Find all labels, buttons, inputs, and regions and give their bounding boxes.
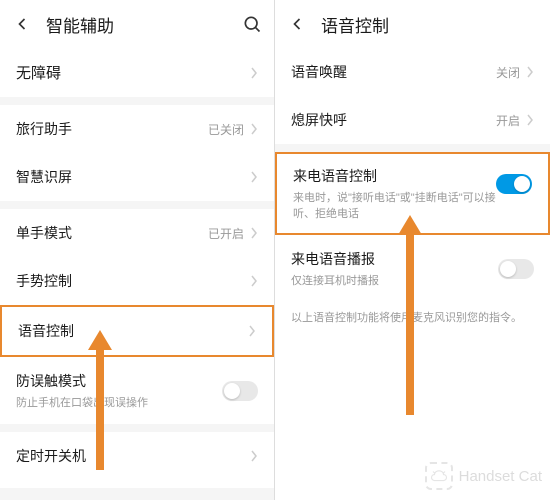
row-one-hand[interactable]: 单手模式 已开启 bbox=[0, 209, 274, 257]
back-icon[interactable] bbox=[287, 14, 307, 34]
row-mistouch-prevention[interactable]: 防误触模式 防止手机在口袋出现误操作 bbox=[0, 357, 274, 424]
row-screen-off-call[interactable]: 熄屏快呼 开启 bbox=[275, 96, 550, 144]
header: 语音控制 bbox=[275, 0, 550, 48]
row-incoming-call-voice-control[interactable]: 来电语音控制 来电时，说"接听电话"或"挂断电话"可以接听、拒绝电话 bbox=[275, 152, 550, 235]
item-label: 手势控制 bbox=[16, 271, 250, 291]
bottom-suggestions: 是否在寻找其他设置项？ 系统导航方式 bbox=[0, 488, 274, 500]
page-title: 语音控制 bbox=[321, 12, 538, 37]
item-label: 智慧识屏 bbox=[16, 167, 250, 187]
chevron-icon bbox=[250, 227, 258, 239]
header: 智能辅助 bbox=[0, 0, 274, 48]
row-travel-assist[interactable]: 旅行助手 已关闭 bbox=[0, 105, 274, 153]
chevron-icon bbox=[248, 325, 256, 337]
page-title: 智能辅助 bbox=[46, 12, 242, 37]
row-incoming-call-announce[interactable]: 来电语音播报 仅连接耳机时播报 bbox=[275, 235, 550, 302]
row-scheduled-power[interactable]: 定时开关机 bbox=[0, 432, 274, 480]
toggle-call-voice-control[interactable] bbox=[496, 174, 532, 194]
toggle-call-announce[interactable] bbox=[498, 259, 534, 279]
item-status: 已开启 bbox=[208, 225, 244, 242]
item-label: 来电语音播报 bbox=[291, 249, 498, 269]
back-icon[interactable] bbox=[12, 14, 32, 34]
item-subtitle: 防止手机在口袋出现误操作 bbox=[16, 394, 222, 410]
row-voice-control[interactable]: 语音控制 bbox=[0, 305, 274, 357]
settings-screen-voice-control: 语音控制 语音唤醒 关闭 熄屏快呼 开启 来电语音控制 来电时，说"接听电话"或… bbox=[275, 0, 550, 500]
watermark-text: Handset Cat bbox=[459, 468, 542, 485]
item-label: 来电语音控制 bbox=[293, 166, 496, 186]
item-label: 熄屏快呼 bbox=[291, 110, 496, 130]
item-label: 防误触模式 bbox=[16, 371, 222, 391]
chevron-icon bbox=[250, 450, 258, 462]
item-label: 无障碍 bbox=[16, 62, 250, 83]
search-icon[interactable] bbox=[242, 14, 262, 34]
chevron-icon bbox=[250, 275, 258, 287]
item-subtitle: 仅连接耳机时播报 bbox=[291, 272, 498, 288]
item-status: 关闭 bbox=[496, 64, 520, 81]
settings-screen-smart-assist: 智能辅助 无障碍 旅行助手 已关闭 智慧识屏 单手模式 已开启 手势控制 bbox=[0, 0, 275, 500]
row-smart-screen[interactable]: 智慧识屏 bbox=[0, 153, 274, 201]
watermark-cat-icon bbox=[425, 462, 453, 490]
item-subtitle: 来电时，说"接听电话"或"挂断电话"可以接听、拒绝电话 bbox=[293, 189, 496, 221]
row-voice-wakeup[interactable]: 语音唤醒 关闭 bbox=[275, 48, 550, 96]
chevron-icon bbox=[250, 171, 258, 183]
row-gesture-control[interactable]: 手势控制 bbox=[0, 257, 274, 305]
chevron-icon bbox=[250, 67, 258, 79]
item-status: 已关闭 bbox=[208, 121, 244, 138]
watermark: Handset Cat bbox=[425, 462, 542, 490]
item-label: 语音控制 bbox=[18, 321, 248, 341]
chevron-icon bbox=[526, 66, 534, 78]
chevron-icon bbox=[526, 114, 534, 126]
item-status: 开启 bbox=[496, 112, 520, 129]
item-label: 单手模式 bbox=[16, 223, 208, 243]
row-accessibility[interactable]: 无障碍 bbox=[0, 48, 274, 97]
chevron-icon bbox=[250, 123, 258, 135]
toggle-mistouch[interactable] bbox=[222, 381, 258, 401]
item-label: 定时开关机 bbox=[16, 446, 250, 466]
footer-note: 以上语音控制功能将使用麦克风识别您的指令。 bbox=[275, 302, 550, 335]
item-label: 语音唤醒 bbox=[291, 62, 496, 82]
item-label: 旅行助手 bbox=[16, 119, 208, 139]
